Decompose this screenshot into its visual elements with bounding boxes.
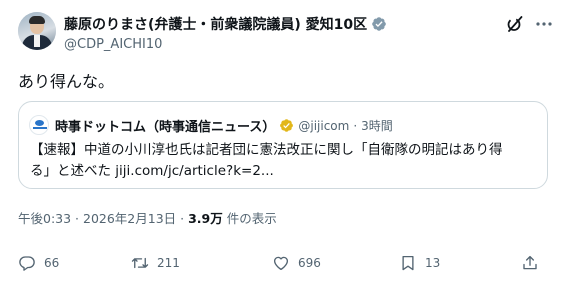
quoted-tweet-card[interactable]: 時事ドットコム（時事通信ニュース） @jijicom · 3時間 【速報】中道の… [18, 101, 548, 189]
reply-button[interactable]: 66 [18, 254, 59, 272]
view-count-label: 件の表示 [222, 211, 277, 226]
share-button[interactable] [521, 254, 539, 272]
action-bar: 66 211 696 13 [18, 254, 548, 274]
reply-icon [19, 256, 35, 271]
quote-header: 時事ドットコム（時事通信ニュース） @jijicom · 3時間 [55, 116, 393, 136]
quote-avatar [29, 115, 49, 135]
quote-article-link[interactable]: jiji.com/jc/article?k=2... [115, 163, 274, 179]
quote-separator: · [353, 118, 358, 133]
quote-line-2: る」と述べた jiji.com/jc/article?k=2... [30, 161, 540, 182]
retweet-icon [131, 257, 149, 269]
tweet-timestamp[interactable]: 午後0:33 · 2026年2月13日 · [18, 211, 188, 226]
bookmark-icon [402, 255, 414, 271]
quote-line-2-text: る」と述べた [30, 163, 116, 179]
author-display-name[interactable]: 藤原のりまさ(弁護士・前衆議院議員) 愛知10区 [64, 14, 367, 34]
quote-body: 【速報】中道の小川淳也氏は記者団に憲法改正に関し「自衛隊の明記はあり得 る」と述… [30, 140, 540, 182]
grok-icon[interactable] [505, 14, 525, 34]
author-name-row: 藤原のりまさ(弁護士・前衆議院議員) 愛知10区 [64, 14, 387, 34]
view-count: 3.9万 [188, 211, 223, 226]
more-icon[interactable] [534, 14, 554, 34]
tweet-text: あり得んな。 [18, 72, 115, 91]
quote-handle: @jijicom [298, 118, 350, 133]
like-count: 696 [298, 256, 321, 270]
share-icon [523, 255, 537, 270]
bookmark-button[interactable]: 13 [399, 254, 440, 272]
quote-time: 3時間 [361, 119, 393, 133]
author-handle[interactable]: @CDP_AICHI10 [64, 37, 162, 52]
verified-badge-icon[interactable] [371, 16, 387, 32]
tweet-timestamp-row: 午後0:33 · 2026年2月13日 · 3.9万 件の表示 [18, 208, 277, 227]
quote-author-name: 時事ドットコム（時事通信ニュース） [55, 120, 276, 135]
author-avatar[interactable] [18, 12, 56, 50]
retweet-count: 211 [157, 256, 180, 270]
reply-count: 66 [44, 256, 60, 270]
quote-line-1: 【速報】中道の小川淳也氏は記者団に憲法改正に関し「自衛隊の明記はあり得 [30, 142, 503, 158]
gold-verified-badge-icon [279, 118, 294, 133]
like-icon [273, 256, 289, 271]
retweet-button[interactable]: 211 [131, 254, 180, 272]
like-button[interactable]: 696 [272, 254, 321, 272]
bookmark-count: 13 [425, 256, 441, 270]
